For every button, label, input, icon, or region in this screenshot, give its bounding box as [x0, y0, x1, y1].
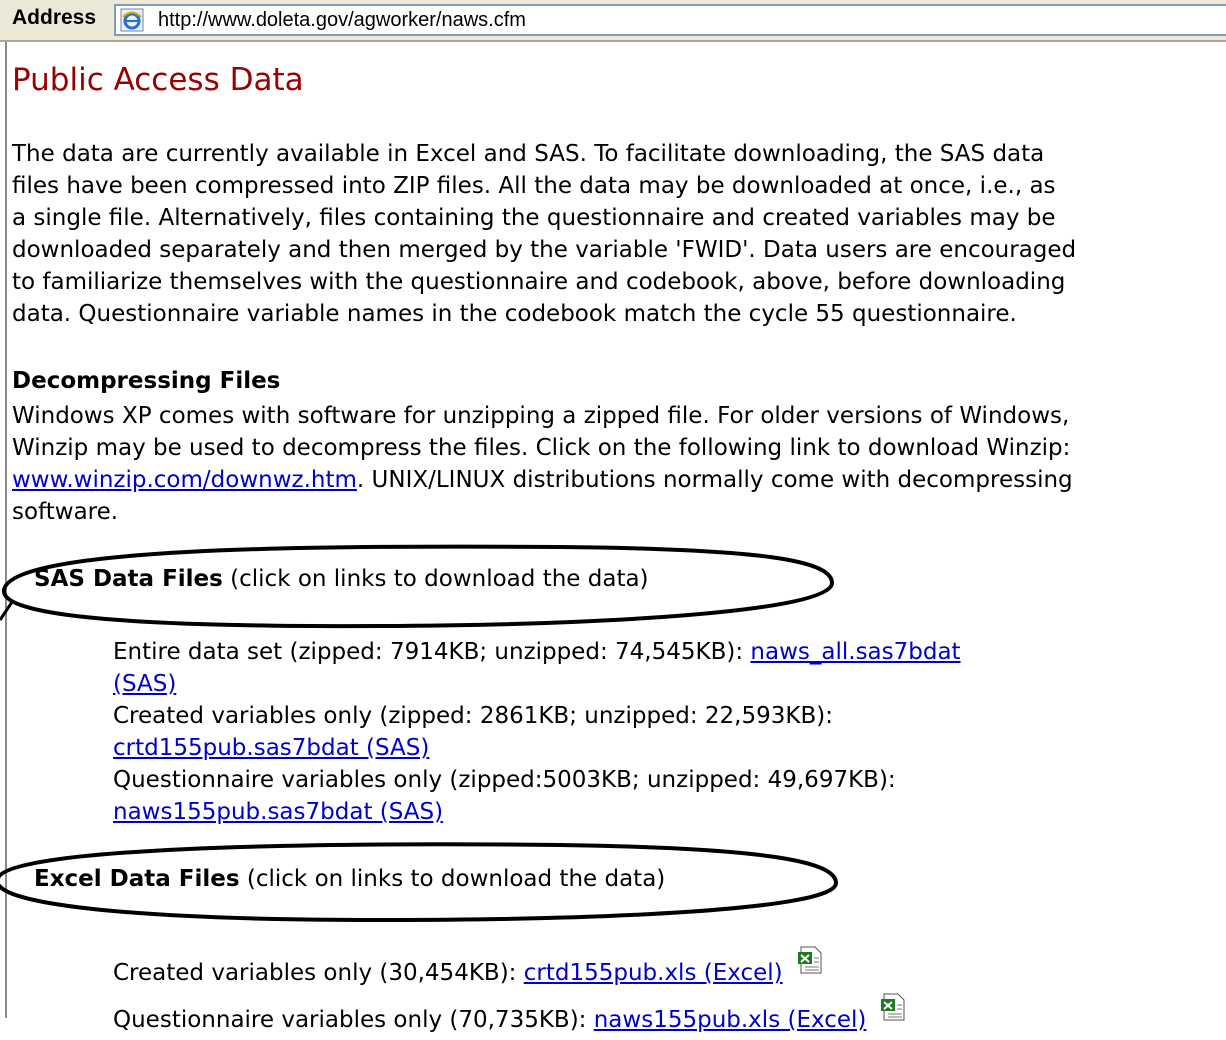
excel-file-list: Created variables only (30,454KB): crtd1… [113, 946, 906, 1040]
excel-created-description: Created variables only (30,454KB): [113, 960, 524, 986]
decompress-line: software. [12, 499, 119, 525]
decompress-line: Windows XP comes with software for unzip… [12, 403, 1070, 429]
pointer-arrow-fragment [0, 601, 14, 621]
intro-line: files have been compressed into ZIP file… [12, 173, 1056, 199]
sas-entire-description: Entire data set (zipped: 7914KB; unzippe… [113, 639, 751, 665]
list-item: crtd155pub.sas7bdat (SAS) [113, 732, 961, 764]
list-item: Created variables only (30,454KB): crtd1… [113, 946, 906, 993]
intro-line: to familiarize themselves with the quest… [12, 269, 1066, 295]
decompress-line: www.winzip.com/downwz.htm. UNIX/LINUX di… [12, 464, 1073, 496]
excel-file-icon[interactable] [797, 946, 823, 974]
list-item: Created variables only (zipped: 2861KB; … [113, 703, 833, 729]
excel-section-heading: Excel Data Files (click on links to down… [34, 866, 665, 892]
address-url[interactable]: http://www.doleta.gov/agworker/naws.cfm [158, 9, 526, 32]
decompress-paragraph: Windows XP comes with software for unzip… [12, 400, 1073, 528]
sas-heading-title: SAS Data Files [34, 566, 223, 592]
decompress-line-rest: . UNIX/LINUX distributions normally come… [356, 467, 1073, 493]
intro-line: downloaded separately and then merged by… [12, 237, 1077, 263]
excel-file-icon[interactable] [880, 993, 906, 1021]
decompress-heading: Decompressing Files [12, 368, 281, 394]
excel-created-link[interactable]: crtd155pub.xls (Excel) [524, 960, 783, 986]
sas-questionnaire-link[interactable]: naws155pub.sas7bdat (SAS) [113, 799, 443, 825]
list-item: (SAS) [113, 668, 961, 700]
page-left-border [5, 42, 7, 1018]
address-field[interactable]: http://www.doleta.gov/agworker/naws.cfm [114, 4, 1226, 36]
sas-created-link[interactable]: crtd155pub.sas7bdat (SAS) [113, 735, 429, 761]
intro-paragraph: The data are currently available in Exce… [12, 138, 1076, 330]
list-item: naws155pub.sas7bdat (SAS) [113, 796, 961, 828]
excel-heading-title: Excel Data Files [34, 866, 240, 892]
sas-heading-note: (click on links to download the data) [222, 566, 649, 592]
sas-entire-link-continued[interactable]: (SAS) [113, 671, 176, 697]
excel-questionnaire-link[interactable]: naws155pub.xls (Excel) [594, 1007, 867, 1033]
decompress-line: Winzip may be used to decompress the fil… [12, 435, 1071, 461]
winzip-link[interactable]: www.winzip.com/downwz.htm [12, 467, 357, 493]
sas-entire-link[interactable]: naws_all.sas7bdat [750, 639, 960, 665]
intro-line: data. Questionnaire variable names in th… [12, 301, 1017, 327]
address-bar: Address http://www.doleta.gov/agworker/n… [0, 0, 1226, 42]
sas-file-list: Entire data set (zipped: 7914KB; unzippe… [113, 636, 961, 828]
list-item: Questionnaire variables only (70,735KB):… [113, 993, 906, 1040]
intro-line: a single file. Alternatively, files cont… [12, 205, 1056, 231]
sas-section-heading: SAS Data Files (click on links to downlo… [34, 566, 649, 592]
excel-questionnaire-description: Questionnaire variables only (70,735KB): [113, 1007, 594, 1033]
excel-heading-note: (click on links to download the data) [239, 866, 666, 892]
address-label: Address [12, 6, 97, 29]
internet-explorer-page-icon [120, 8, 144, 32]
list-item: Entire data set (zipped: 7914KB; unzippe… [113, 636, 961, 668]
page-title: Public Access Data [12, 62, 304, 98]
intro-line: The data are currently available in Exce… [12, 141, 1045, 167]
list-item: Questionnaire variables only (zipped:500… [113, 767, 896, 793]
